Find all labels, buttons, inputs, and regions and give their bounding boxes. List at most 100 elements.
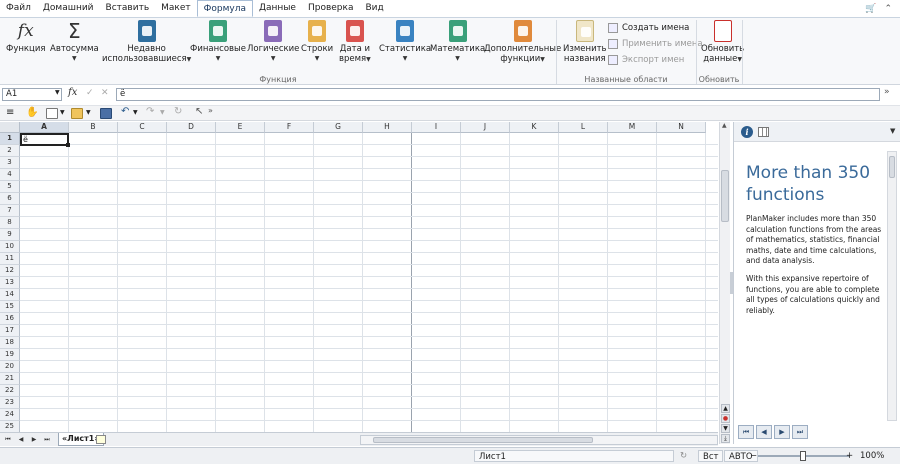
update-data-button[interactable]: Обновить данные▼: [701, 20, 744, 65]
menu-icon[interactable]: ≡: [6, 107, 14, 118]
create-names-button[interactable]: Создать имена: [608, 23, 689, 33]
column-header[interactable]: B: [69, 122, 118, 133]
column-header[interactable]: G: [314, 122, 363, 133]
scroll-up-page-icon[interactable]: ▲: [721, 404, 730, 413]
column-header[interactable]: L: [559, 122, 608, 133]
row-header[interactable]: 2: [0, 145, 20, 157]
new-sheet-icon[interactable]: [96, 435, 106, 444]
chevron-down-icon[interactable]: ▼: [55, 89, 60, 96]
row-header[interactable]: 9: [0, 229, 20, 241]
column-header[interactable]: C: [118, 122, 167, 133]
row-header[interactable]: 16: [0, 313, 20, 325]
row-header[interactable]: 23: [0, 397, 20, 409]
last-sheet-icon[interactable]: ⏭: [42, 435, 52, 444]
row-header[interactable]: 1: [0, 133, 20, 145]
row-header[interactable]: 13: [0, 277, 20, 289]
pointer-icon[interactable]: ↖: [195, 106, 203, 117]
zoom-in-icon[interactable]: +: [846, 450, 853, 462]
fx-icon[interactable]: fx: [68, 87, 77, 98]
scroll-end-icon[interactable]: ⤓: [721, 434, 730, 443]
row-header[interactable]: 8: [0, 217, 20, 229]
menu-review[interactable]: Проверка: [302, 0, 360, 17]
column-header[interactable]: E: [216, 122, 265, 133]
save-icon[interactable]: [100, 108, 112, 119]
chevron-down-icon[interactable]: ▼: [60, 109, 65, 116]
vertical-scrollbar[interactable]: ▲ ▲ ● ▼ ⤓: [719, 122, 730, 444]
row-header[interactable]: 12: [0, 265, 20, 277]
financial-button[interactable]: Финансовые ▼: [190, 20, 246, 64]
row-header[interactable]: 19: [0, 349, 20, 361]
prev-sheet-icon[interactable]: ◀: [16, 435, 26, 444]
recent-functions-button[interactable]: Недавно использовавшиеся▼: [102, 20, 191, 65]
open-folder-icon[interactable]: [71, 108, 83, 119]
datetime-button[interactable]: Дата и время▼: [339, 20, 371, 65]
column-header[interactable]: H: [363, 122, 412, 133]
text-functions-button[interactable]: Строки ▼: [301, 20, 333, 64]
statistics-button[interactable]: Статистика ▼: [379, 20, 431, 64]
row-header[interactable]: 21: [0, 373, 20, 385]
undo-icon[interactable]: ↶: [121, 106, 129, 117]
more-tools-icon[interactable]: »: [208, 106, 213, 115]
row-header[interactable]: 14: [0, 289, 20, 301]
select-all-corner[interactable]: [0, 122, 20, 133]
chevron-down-icon[interactable]: ▼: [133, 109, 138, 116]
horizontal-scrollbar[interactable]: [360, 435, 718, 445]
formula-input[interactable]: ё: [116, 88, 880, 101]
change-names-button[interactable]: Изменить названия: [563, 20, 607, 64]
row-header[interactable]: 22: [0, 385, 20, 397]
row-header[interactable]: 18: [0, 337, 20, 349]
column-header[interactable]: F: [265, 122, 314, 133]
chevron-down-icon[interactable]: ▼: [86, 109, 91, 116]
chevron-down-icon[interactable]: ▼: [160, 109, 165, 116]
menu-view[interactable]: Вид: [359, 0, 389, 17]
menu-layout[interactable]: Макет: [155, 0, 197, 17]
zoom-slider-knob[interactable]: [800, 451, 806, 461]
last-page-icon[interactable]: ⏭: [792, 425, 808, 439]
ribbon-collapse-icon[interactable]: ⌃: [884, 4, 892, 14]
close-icon[interactable]: ✕: [101, 88, 109, 98]
next-page-icon[interactable]: ▶: [774, 425, 790, 439]
export-names-button[interactable]: Экспорт имен: [608, 55, 684, 65]
row-header[interactable]: 15: [0, 301, 20, 313]
column-header[interactable]: D: [167, 122, 216, 133]
menu-insert[interactable]: Вставить: [100, 0, 156, 17]
scroll-down-page-icon[interactable]: ▼: [721, 424, 730, 433]
hand-icon[interactable]: ✋: [26, 107, 38, 118]
row-header[interactable]: 17: [0, 325, 20, 337]
apply-names-button[interactable]: Применить имена: [608, 39, 703, 49]
menu-data[interactable]: Данные: [253, 0, 302, 17]
chevron-down-icon[interactable]: ▼: [890, 127, 895, 135]
next-sheet-icon[interactable]: ▶: [29, 435, 39, 444]
expand-icon[interactable]: »: [884, 87, 890, 97]
new-document-icon[interactable]: [46, 108, 58, 119]
check-icon[interactable]: ✓: [86, 88, 94, 98]
extra-functions-button[interactable]: Дополнительные функции▼: [484, 20, 561, 65]
cell-reference-box[interactable]: A1: [2, 88, 62, 101]
refresh-icon[interactable]: ↻: [680, 450, 687, 462]
row-header[interactable]: 24: [0, 409, 20, 421]
column-header[interactable]: M: [608, 122, 657, 133]
autosum-button[interactable]: Σ Автосумма ▼: [50, 20, 99, 64]
row-header[interactable]: 5: [0, 181, 20, 193]
row-header[interactable]: 4: [0, 169, 20, 181]
scroll-thumb[interactable]: [721, 170, 729, 222]
cart-icon[interactable]: 🛒: [865, 4, 876, 14]
scroll-up-icon[interactable]: ▲: [722, 122, 727, 129]
table-icon[interactable]: [758, 127, 769, 137]
column-header[interactable]: N: [657, 122, 706, 133]
menu-home[interactable]: Домашний: [37, 0, 100, 17]
h-scroll-thumb[interactable]: [373, 437, 593, 443]
prev-page-icon[interactable]: ◀: [756, 425, 772, 439]
column-header[interactable]: J: [461, 122, 510, 133]
menu-formula[interactable]: Формула: [196, 0, 253, 17]
row-header[interactable]: 3: [0, 157, 20, 169]
status-insert-mode[interactable]: Вст: [698, 450, 724, 462]
panel-scrollbar[interactable]: [887, 151, 897, 421]
function-button[interactable]: fx Функция: [6, 20, 45, 54]
row-header[interactable]: 20: [0, 361, 20, 373]
scroll-dot-icon[interactable]: ●: [721, 414, 730, 423]
zoom-level[interactable]: 100%: [860, 450, 884, 462]
first-page-icon[interactable]: ⏮: [738, 425, 754, 439]
column-header[interactable]: I: [412, 122, 461, 133]
row-header[interactable]: 6: [0, 193, 20, 205]
